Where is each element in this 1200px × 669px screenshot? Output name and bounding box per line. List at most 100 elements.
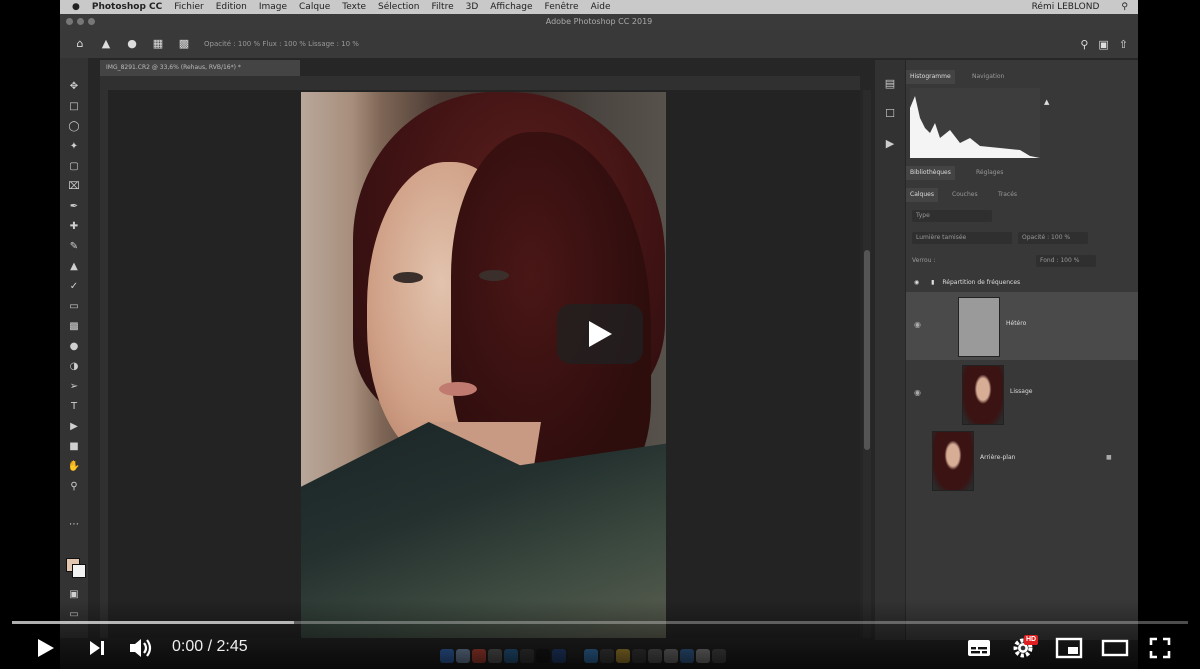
subtitles-button[interactable] bbox=[962, 632, 996, 664]
fill-field: Fond : 100 % bbox=[1036, 255, 1096, 267]
search-icon: ⚲ bbox=[1121, 2, 1128, 12]
miniplayer-button[interactable] bbox=[1052, 632, 1086, 664]
panel-icon-column: ▤ ☐ ▶ bbox=[875, 60, 905, 640]
brush-preset-icon: ● bbox=[127, 37, 137, 50]
horizontal-ruler bbox=[100, 76, 860, 90]
canvas-scrollbar bbox=[863, 90, 871, 638]
time-display: 0:00 / 2:45 bbox=[172, 638, 248, 655]
menu-item: Texte bbox=[342, 2, 367, 12]
layer-group-row: ◉ ▮ Répartition de fréquences bbox=[906, 276, 1138, 290]
tab-histogram: Histogramme bbox=[906, 70, 955, 84]
stamp-tool-icon: ▲ bbox=[70, 261, 78, 272]
pen-tool-icon: ➢ bbox=[69, 381, 79, 392]
tab-navigation: Navigation bbox=[972, 73, 1005, 80]
layer-row: ◉ Hétéro bbox=[906, 292, 1138, 360]
group-name: Répartition de fréquences bbox=[942, 279, 1021, 286]
play-button[interactable] bbox=[30, 632, 62, 664]
menu-item: Edition bbox=[215, 2, 247, 12]
next-button[interactable] bbox=[82, 632, 112, 664]
layer-thumbnail bbox=[958, 297, 1000, 357]
eye-icon: ◉ bbox=[914, 320, 921, 329]
histogram-panel-icon: ▤ bbox=[884, 77, 896, 90]
brush-panel-icon: ▦ bbox=[152, 37, 164, 50]
menu-item: Fichier bbox=[174, 2, 204, 12]
vertical-ruler bbox=[100, 90, 108, 638]
home-icon: ⌂ bbox=[76, 37, 84, 50]
portrait-photo bbox=[301, 92, 666, 638]
layer-name: Hétéro bbox=[1006, 320, 1027, 327]
hand-tool-icon: ✋ bbox=[67, 461, 81, 472]
menu-app-name: Photoshop CC bbox=[91, 2, 163, 12]
theater-icon bbox=[1101, 639, 1129, 657]
photo-lips bbox=[439, 382, 477, 396]
stamp-tool-icon: ▲ bbox=[101, 37, 111, 50]
progress-bar[interactable] bbox=[12, 621, 1188, 624]
menu-item: Affichage bbox=[490, 2, 533, 12]
play-icon bbox=[589, 321, 612, 347]
eyedropper-tool-icon: ✒ bbox=[69, 201, 79, 212]
histogram-graph bbox=[910, 88, 1040, 158]
hd-badge: HD bbox=[1024, 635, 1039, 645]
heal-tool-icon: ✚ bbox=[69, 221, 79, 232]
share-icon: ⇧ bbox=[1118, 37, 1128, 51]
crop-tool-icon: ▢ bbox=[69, 161, 79, 172]
apple-icon: ● bbox=[72, 2, 80, 12]
menu-item: Aide bbox=[590, 2, 611, 12]
right-panels: Histogramme Navigation ▲ Bibliothèques R… bbox=[906, 60, 1138, 640]
eye-icon: ◉ bbox=[914, 388, 921, 397]
zoom-tool-icon: ⚲ bbox=[70, 481, 78, 492]
opacity-field: Opacité : 100 % bbox=[1018, 232, 1088, 244]
lock-label: Verrou : bbox=[912, 257, 936, 264]
layer-name: Lissage bbox=[1010, 388, 1033, 395]
gradient-tool-icon: ▩ bbox=[69, 321, 79, 332]
history-brush-icon: ✓ bbox=[69, 281, 79, 292]
menu-item: Filtre bbox=[431, 2, 454, 12]
blur-tool-icon: ● bbox=[69, 341, 79, 352]
menubar-user: Rémi LEBLOND bbox=[1031, 2, 1100, 12]
blend-mode-select: Lumière tamisée bbox=[912, 232, 1012, 244]
play-action-icon: ▶ bbox=[885, 137, 895, 150]
skip-next-icon bbox=[90, 641, 104, 655]
theater-mode-button[interactable] bbox=[1098, 632, 1132, 664]
tab-paths: Tracés bbox=[998, 191, 1018, 198]
layer-filter-select: Type bbox=[912, 210, 992, 222]
photo-eye-right bbox=[479, 270, 509, 281]
options-bar: ⌂ ▲ ● ▦ ▩ Opacité : 100 % Flux : 100 % L… bbox=[60, 30, 1138, 58]
workspace-icon: ▣ bbox=[1098, 37, 1109, 51]
type-tool-icon: T bbox=[70, 401, 78, 412]
layer-thumbnail bbox=[932, 431, 974, 491]
frame-tool-icon: ⌧ bbox=[68, 181, 80, 192]
miniplayer-icon bbox=[1055, 637, 1083, 659]
marquee-tool-icon: □ bbox=[69, 101, 79, 112]
shape-tool-icon: ■ bbox=[69, 441, 79, 452]
play-icon bbox=[38, 639, 54, 657]
mac-menubar: ● Photoshop CC Fichier Edition Image Cal… bbox=[60, 0, 1138, 14]
ps-window-title: Adobe Photoshop CC 2019 bbox=[60, 14, 1138, 30]
clone-source-icon: ▩ bbox=[178, 37, 190, 50]
move-tool-icon: ✥ bbox=[69, 81, 79, 92]
background-color-swatch bbox=[72, 564, 86, 578]
lock-icon: ■ bbox=[1106, 454, 1112, 461]
menu-item: Sélection bbox=[378, 2, 420, 12]
letterbox-right bbox=[1138, 0, 1200, 669]
photo-eye-left bbox=[393, 272, 423, 283]
menu-item: Calque bbox=[299, 2, 331, 12]
tools-panel: ✥ □ ◯ ✦ ▢ ⌧ ✒ ✚ ✎ ▲ ✓ ▭ ▩ ● ◑ ➢ T ▶ ■ ✋ … bbox=[60, 58, 88, 638]
eye-icon: ◉ bbox=[914, 279, 920, 286]
big-play-button[interactable] bbox=[557, 304, 643, 364]
layer-row: ◉ Lissage bbox=[906, 360, 1138, 428]
fullscreen-button[interactable] bbox=[1144, 632, 1176, 664]
path-select-icon: ▶ bbox=[70, 421, 78, 432]
lasso-tool-icon: ◯ bbox=[68, 121, 80, 132]
window-controls bbox=[66, 18, 95, 25]
search-icon: ⚲ bbox=[1080, 37, 1089, 51]
warning-icon: ▲ bbox=[1044, 98, 1050, 106]
layer-row: Arrière-plan ■ bbox=[906, 426, 1138, 494]
tab-layers: Calques bbox=[906, 188, 938, 202]
volume-button[interactable] bbox=[124, 632, 158, 664]
eraser-tool-icon: ▭ bbox=[69, 301, 79, 312]
volume-icon bbox=[130, 639, 152, 657]
letterbox-left bbox=[0, 0, 60, 669]
folder-icon: ▮ bbox=[931, 279, 935, 286]
histogram-svg bbox=[910, 96, 1040, 158]
